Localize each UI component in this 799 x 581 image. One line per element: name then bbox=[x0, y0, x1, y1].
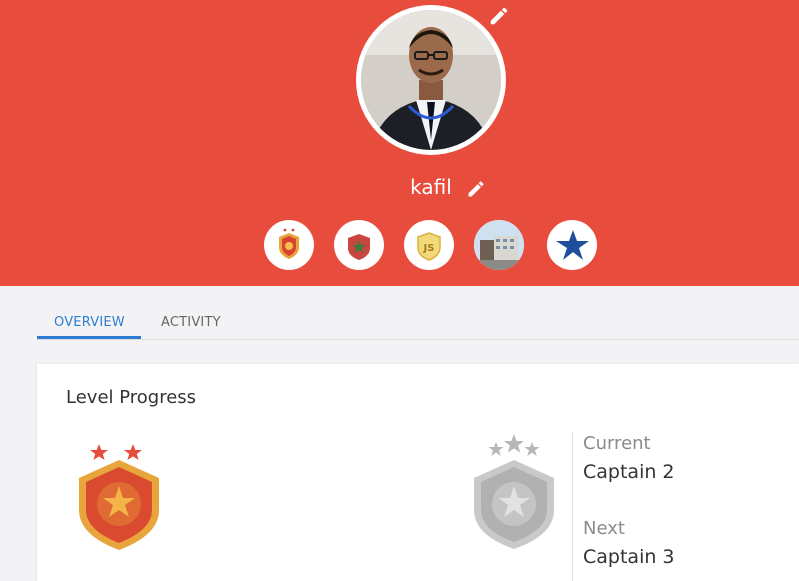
javascript-shield-icon: JS bbox=[417, 232, 441, 261]
current-level-value: Captain 2 bbox=[583, 461, 675, 483]
card-title: Level Progress bbox=[66, 387, 197, 408]
javascript-badge[interactable]: JS bbox=[404, 220, 454, 270]
username: kafil bbox=[410, 175, 452, 199]
profile-photo bbox=[361, 10, 501, 150]
avatar-ring bbox=[356, 5, 506, 155]
pencil-icon bbox=[468, 181, 484, 197]
next-level-label: Next bbox=[583, 518, 625, 539]
building-photo-icon bbox=[474, 220, 524, 270]
current-level-label: Current bbox=[583, 433, 651, 454]
morocco-shield-badge[interactable] bbox=[334, 220, 384, 270]
building-photo-badge[interactable] bbox=[474, 220, 524, 270]
card-divider bbox=[572, 432, 573, 581]
profile-header: kafil JS bbox=[0, 0, 799, 286]
avatar[interactable] bbox=[361, 10, 501, 150]
morocco-shield-icon bbox=[348, 234, 370, 260]
current-level-emblem bbox=[79, 444, 159, 550]
next-level-emblem bbox=[474, 434, 554, 549]
active-tab-indicator bbox=[37, 336, 141, 339]
level-progress-card: Level Progress Current Captain 2 Next Ca… bbox=[37, 364, 799, 581]
captain-shield-badge[interactable] bbox=[264, 220, 314, 270]
svg-text:JS: JS bbox=[423, 243, 435, 254]
blue-star-badge[interactable] bbox=[547, 220, 597, 270]
next-level-value: Captain 3 bbox=[583, 546, 675, 568]
edit-name-icon[interactable] bbox=[466, 179, 486, 202]
pencil-icon bbox=[490, 7, 508, 25]
tab-overview[interactable]: OVERVIEW bbox=[54, 315, 125, 330]
profile-tabs: OVERVIEW ACTIVITY bbox=[37, 313, 799, 340]
shield-badge-icon bbox=[279, 228, 299, 259]
blue-star-icon bbox=[556, 230, 589, 260]
tab-activity[interactable]: ACTIVITY bbox=[161, 315, 221, 330]
edit-avatar-icon[interactable] bbox=[488, 5, 510, 32]
